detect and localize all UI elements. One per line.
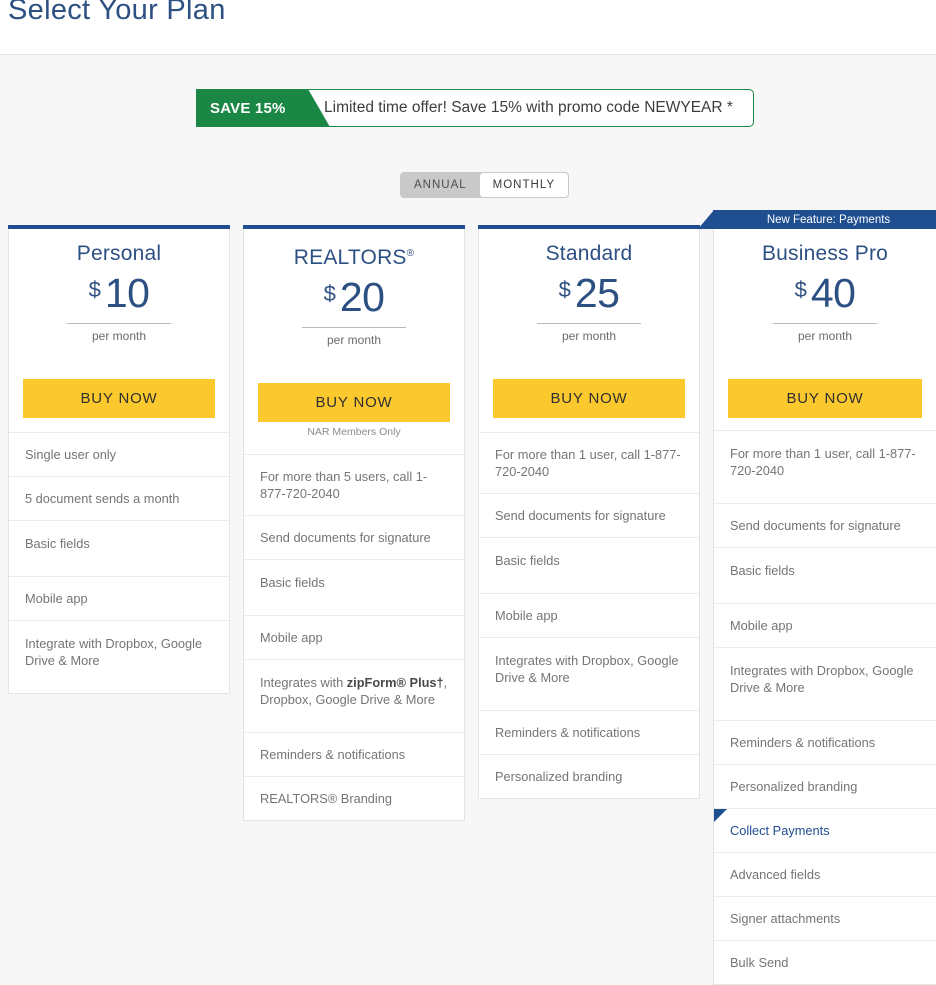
- page-title: Select Your Plan: [8, 0, 226, 26]
- price-amount: 20: [339, 274, 385, 320]
- feature-item: 5 document sends a month: [9, 477, 229, 521]
- plan-card-personal[interactable]: Personal $ 10 per month BUY NOW Single u…: [8, 229, 230, 694]
- plan-header-standard: Standard $ 25 per month: [479, 229, 699, 357]
- ribbon-notch-icon: [698, 210, 714, 229]
- feature-list-personal: Single user only 5 document sends a mont…: [9, 432, 229, 693]
- plan-card-business-pro[interactable]: Business Pro $ 40 per month BUY NOW For …: [713, 229, 936, 985]
- billing-period-label: per month: [91, 329, 147, 343]
- feature-item: Basic fields: [479, 538, 699, 594]
- billing-period-toggle[interactable]: ANNUAL MONTHLY: [400, 172, 570, 198]
- feature-item: Send documents for signature: [479, 494, 699, 538]
- price-divider: [67, 323, 171, 324]
- buy-now-button-standard[interactable]: BUY NOW: [493, 379, 685, 418]
- feature-item: REALTORS® Branding: [260, 791, 393, 806]
- plan-header-business-pro: Business Pro $ 40 per month: [714, 229, 936, 357]
- plan-price-realtors: $ 20: [258, 277, 450, 318]
- plan-name-text: Personal: [76, 242, 162, 265]
- feature-item: Integrates with Dropbox, Google Drive & …: [479, 638, 699, 711]
- feature-item: Reminders & notifications: [244, 733, 464, 777]
- feature-item: Send documents for signature: [244, 516, 464, 560]
- feature-item: Mobile app: [714, 604, 936, 648]
- plan-header-realtors: REALTORS® $ 20 per month: [244, 229, 464, 361]
- feature-list-business-pro: For more than 1 user, call 1-877-720-204…: [714, 430, 936, 984]
- feature-item: Reminders & notifications: [479, 711, 699, 755]
- feature-item: Mobile app: [479, 594, 699, 638]
- plan-note-realtors: NAR Members Only: [307, 426, 401, 438]
- feature-item: Reminders & notifications: [714, 721, 936, 765]
- feature-item: Advanced fields: [714, 853, 936, 897]
- plan-name-text: Standard: [545, 242, 633, 265]
- plan-name-realtors: REALTORS®: [258, 241, 450, 271]
- feature-list-realtors: For more than 5 users, call 1-877-720-20…: [244, 454, 464, 820]
- feature-item: Basic fields: [244, 560, 464, 616]
- buy-button-wrap-personal: BUY NOW: [9, 379, 229, 432]
- feature-item-collect-payments: Collect Payments: [714, 809, 936, 853]
- new-feature-corner-icon: [714, 809, 727, 822]
- feature-item: Personalized branding: [714, 765, 936, 809]
- feature-item: For more than 1 user, call 1-877-720-204…: [479, 433, 699, 494]
- currency-symbol: $: [323, 281, 336, 306]
- page-header: Select Your Plan: [0, 0, 936, 55]
- feature-list-standard: For more than 1 user, call 1-877-720-204…: [479, 432, 699, 798]
- price-divider: [773, 323, 877, 324]
- plan-name-text: REALTORS: [293, 246, 407, 269]
- currency-symbol: $: [794, 277, 807, 302]
- plan-card-realtors[interactable]: REALTORS® $ 20 per month BUY NOW NAR Mem…: [243, 229, 465, 821]
- registered-trademark-icon: ®: [406, 248, 415, 259]
- feature-item: Mobile app: [9, 577, 229, 621]
- feature-item: Bulk Send: [730, 955, 789, 970]
- plan-card-standard[interactable]: Standard $ 25 per month BUY NOW For more…: [478, 229, 700, 799]
- plan-name-business-pro: Business Pro: [728, 241, 922, 267]
- plan-price-personal: $ 10: [23, 273, 215, 314]
- feature-item: Personalized branding: [495, 769, 623, 784]
- buy-button-wrap-realtors: BUY NOW NAR Members Only: [244, 383, 464, 454]
- plan-name-standard: Standard: [493, 241, 685, 267]
- price-divider: [302, 327, 406, 328]
- feature-item-label: Collect Payments: [730, 823, 830, 838]
- billing-period-label: per month: [797, 329, 853, 343]
- feature-item: Basic fields: [714, 548, 936, 604]
- buy-button-wrap-business-pro: BUY NOW: [714, 379, 936, 430]
- feature-item: For more than 5 users, call 1-877-720-20…: [244, 455, 464, 516]
- billing-period-label: per month: [561, 329, 617, 343]
- buy-now-button-business-pro[interactable]: BUY NOW: [728, 379, 922, 418]
- feature-item: For more than 1 user, call 1-877-720-204…: [714, 431, 936, 504]
- feature-item-zipform: Integrates with zipForm® Plus†, Dropbox,…: [244, 660, 464, 733]
- plan-price-business-pro: $ 40: [728, 273, 922, 314]
- price-amount: 10: [104, 270, 150, 316]
- plan-header-personal: Personal $ 10 per month: [9, 229, 229, 357]
- feature-item: Send documents for signature: [714, 504, 936, 548]
- price-amount: 40: [810, 270, 856, 316]
- plan-price-standard: $ 25: [493, 273, 685, 314]
- currency-symbol: $: [88, 277, 101, 302]
- buy-now-button-realtors[interactable]: BUY NOW: [258, 383, 450, 422]
- plan-name-personal: Personal: [23, 241, 215, 267]
- feature-item: Integrates with Dropbox, Google Drive & …: [714, 648, 936, 721]
- promo-message: Limited time offer! Save 15% with promo …: [324, 99, 733, 116]
- currency-symbol: $: [558, 277, 571, 302]
- feature-item: Single user only: [9, 433, 229, 477]
- price-amount: 25: [574, 270, 620, 316]
- feature-item: Signer attachments: [714, 897, 936, 941]
- featured-ribbon: New Feature: Payments: [713, 210, 936, 229]
- toggle-annual[interactable]: ANNUAL: [401, 173, 480, 197]
- promo-banner: SAVE 15% Limited time offer! Save 15% wi…: [196, 89, 754, 127]
- buy-now-button-personal[interactable]: BUY NOW: [23, 379, 215, 418]
- feature-item: Integrate with Dropbox, Google Drive & M…: [25, 636, 203, 668]
- feature-item: Basic fields: [9, 521, 229, 577]
- buy-button-wrap-standard: BUY NOW: [479, 379, 699, 432]
- billing-period-label: per month: [326, 333, 382, 347]
- toggle-monthly[interactable]: MONTHLY: [479, 173, 569, 197]
- price-divider: [537, 323, 641, 324]
- feature-item: Mobile app: [244, 616, 464, 660]
- plan-name-text: Business Pro: [761, 242, 889, 265]
- promo-save-tag: SAVE 15%: [196, 89, 308, 127]
